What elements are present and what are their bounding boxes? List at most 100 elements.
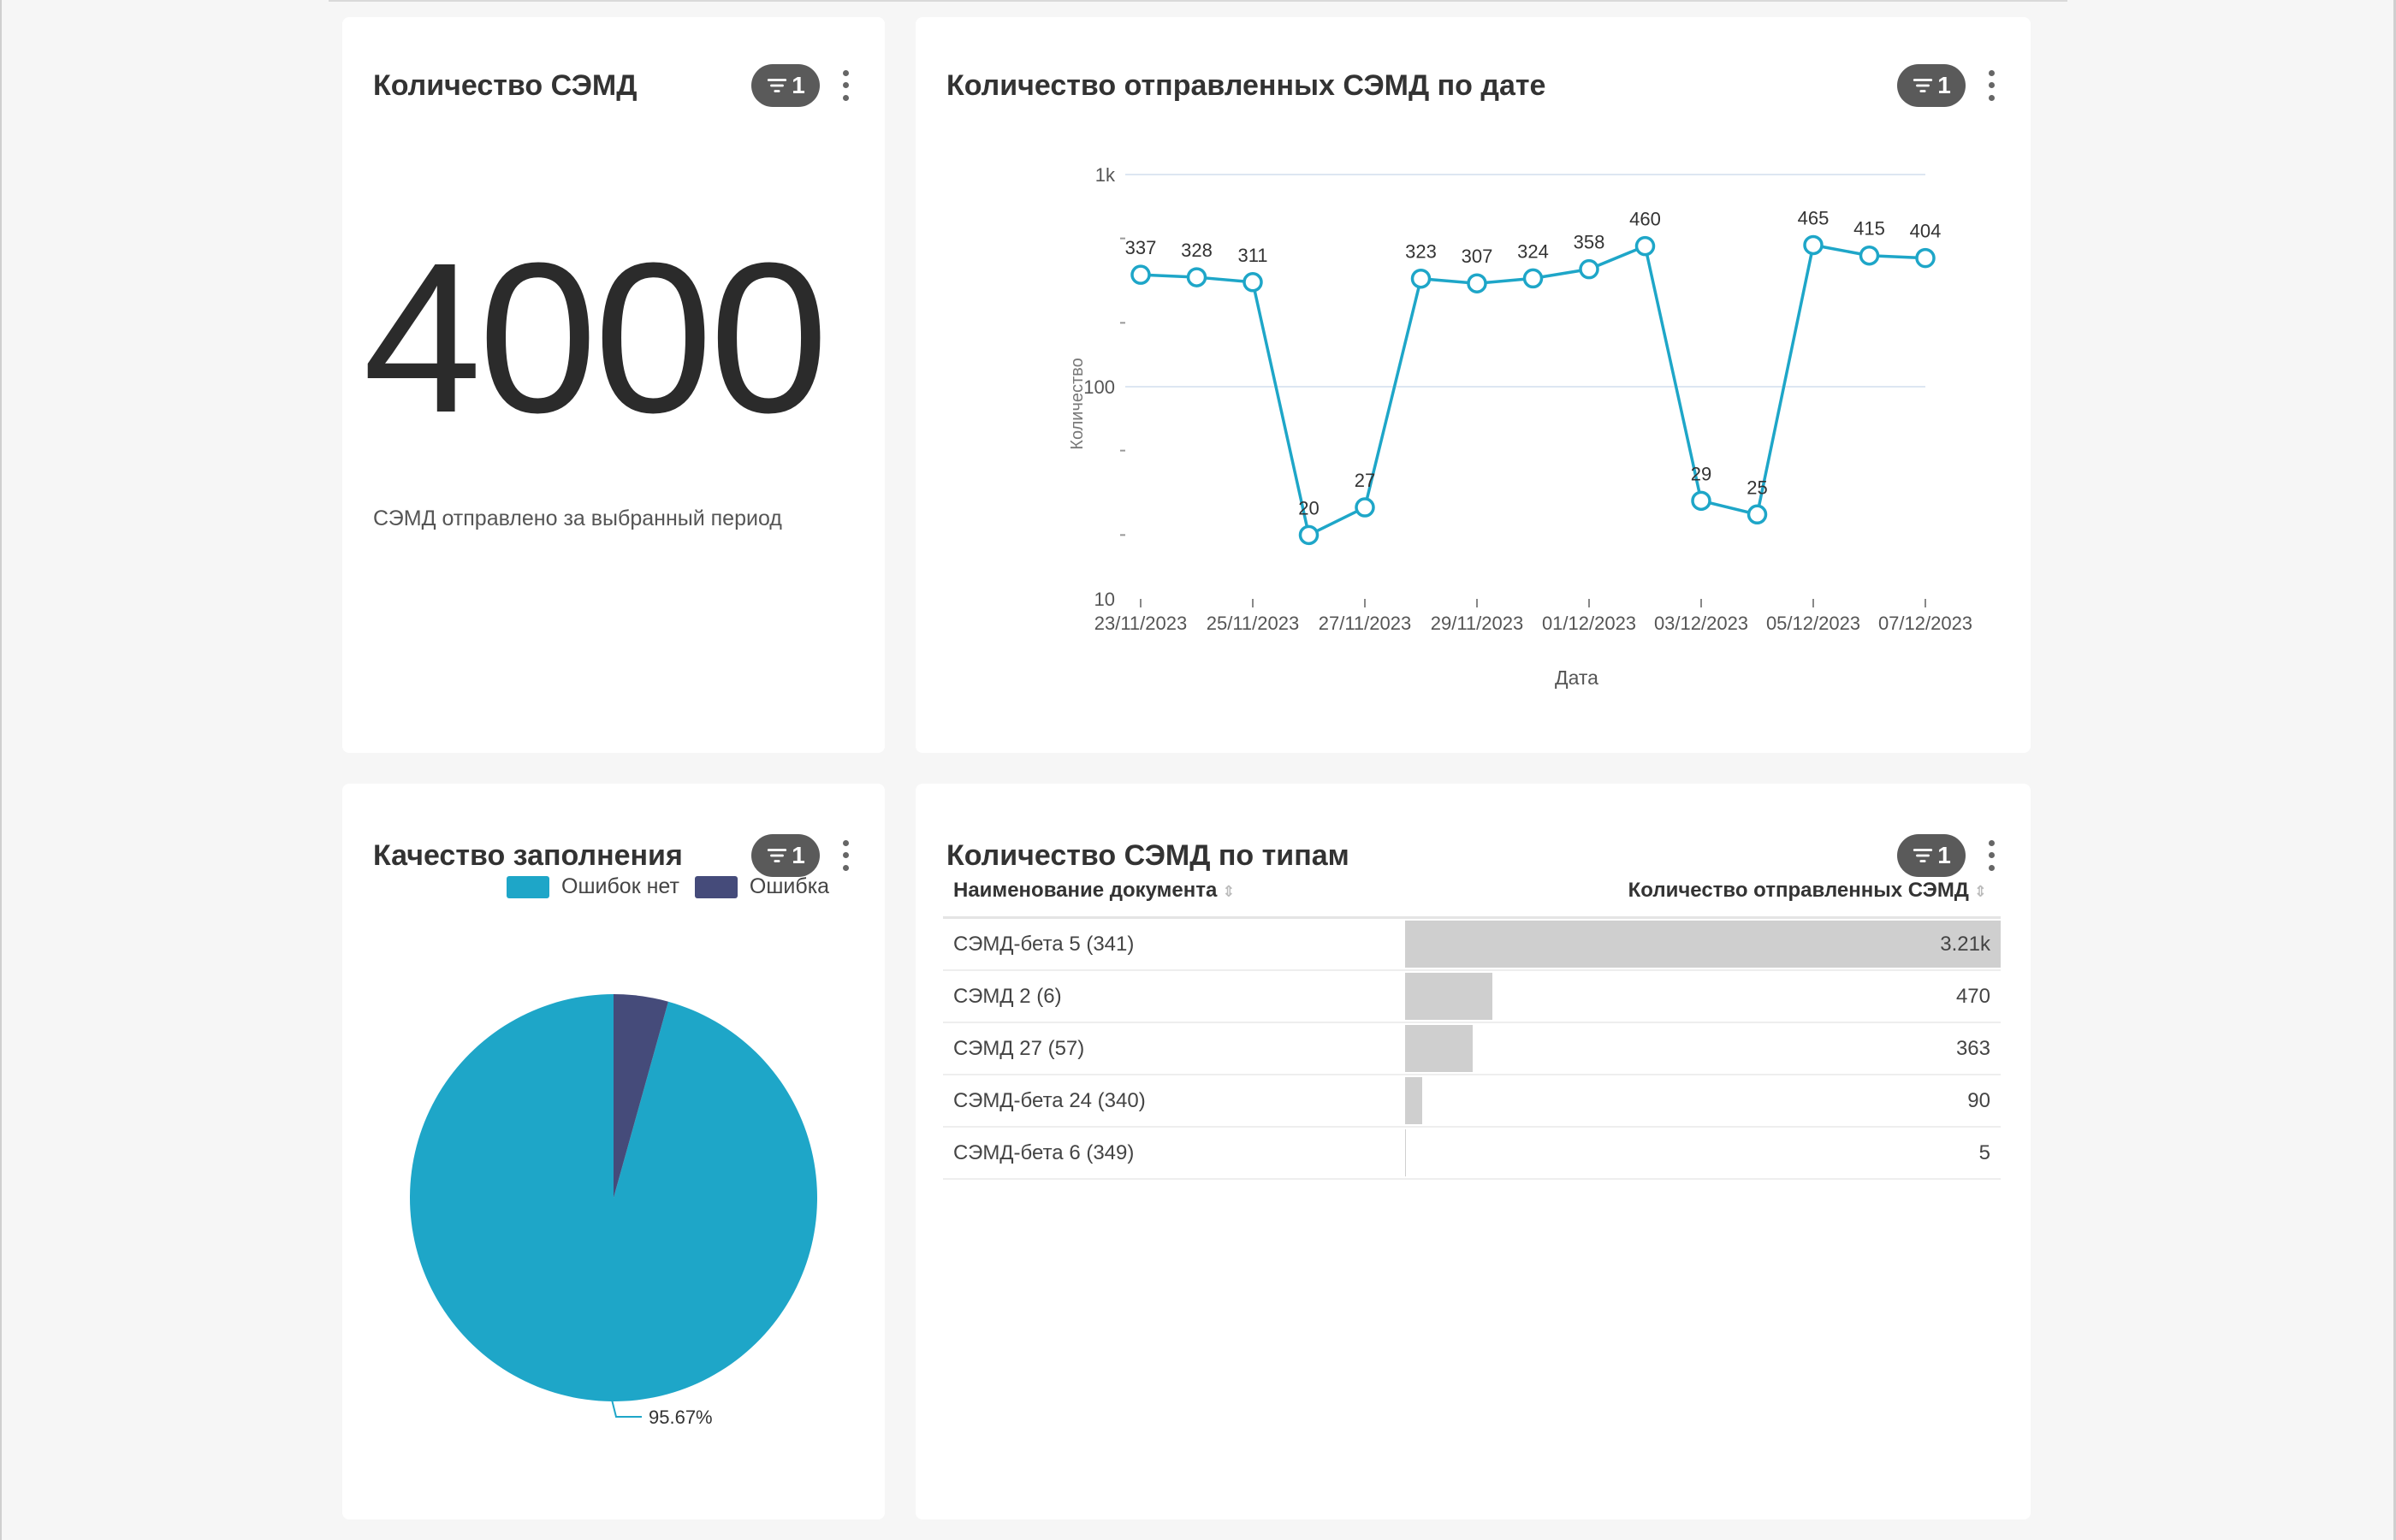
data-point — [1186, 267, 1207, 287]
data-label: 465 — [1798, 207, 1830, 228]
data-point — [1355, 497, 1375, 518]
data-point — [1242, 272, 1263, 293]
pie-slice — [409, 994, 817, 1401]
data-point — [1634, 235, 1656, 257]
filter-icon — [768, 79, 787, 92]
filter-count: 1 — [792, 72, 805, 98]
sort-icon: ⇕ — [1222, 882, 1236, 900]
column-header-label: Количество отправленных СЭМД — [1628, 878, 1969, 902]
cell-count: 363 — [1405, 1023, 2001, 1074]
card-actions: 1 — [751, 64, 854, 107]
sort-icon: ⇕ — [1973, 882, 1987, 900]
table-row[interactable]: СЭМД-бета 6 (349) 5 — [943, 1128, 2001, 1180]
data-label: 358 — [1574, 232, 1605, 253]
filter-badge[interactable]: 1 — [751, 64, 820, 107]
y-axis-title: Количество — [1068, 358, 1087, 449]
data-label: 311 — [1237, 245, 1267, 266]
data-point — [1747, 504, 1768, 525]
count-value: 5 — [1978, 1140, 1990, 1164]
legend-label: Ошибок нет — [561, 874, 679, 898]
big-number-value: 4000 — [363, 218, 828, 457]
count-value: 90 — [1967, 1088, 1990, 1112]
window-top-edge — [329, 0, 2067, 2]
cell-count: 5 — [1405, 1128, 2001, 1178]
y-tick-label: 100 — [1083, 376, 1115, 398]
x-tick-label: 23/11/2023 — [1094, 613, 1187, 634]
data-label: 328 — [1181, 240, 1213, 261]
table-row[interactable]: СЭМД-бета 24 (340) 90 — [943, 1075, 2001, 1128]
column-header-label: Наименование документа — [953, 878, 1218, 902]
legend-item-ok[interactable]: Ошибок нет — [507, 874, 679, 899]
data-point — [1691, 490, 1711, 512]
data-label: 323 — [1405, 241, 1437, 263]
cell-document-name: СЭМД-бета 5 (341) — [953, 932, 1135, 956]
data-label: 324 — [1517, 240, 1549, 262]
data-label: 404 — [1910, 221, 1942, 242]
table-body: СЭМД-бета 5 (341) 3.21k СЭМД 2 (6) 470 СЭМД … — [943, 919, 2001, 1180]
table-row[interactable]: СЭМД 2 (6) 470 — [943, 971, 2001, 1023]
table-row[interactable]: СЭМД-бета 5 (341) 3.21k — [943, 919, 2001, 971]
window-left-edge — [0, 0, 2, 1540]
data-point — [1522, 268, 1544, 289]
data-label: 307 — [1462, 246, 1493, 267]
data-label: 27 — [1355, 470, 1375, 491]
count-bar — [1405, 973, 1492, 1020]
card-header: Количество СЭМД 1 — [373, 62, 854, 110]
table-row[interactable]: СЭМД 27 (57) 363 — [943, 1023, 2001, 1075]
count-bar — [1405, 921, 2001, 968]
cell-count: 90 — [1405, 1075, 2001, 1126]
legend-item-error[interactable]: Ошибка — [694, 874, 830, 899]
x-axis-title: Дата — [1555, 666, 1598, 689]
data-point — [1859, 245, 1880, 266]
data-point — [1803, 234, 1824, 256]
count-bar — [1405, 1025, 1473, 1072]
x-tick-label: 29/11/2023 — [1431, 613, 1523, 634]
x-tick-label: 25/11/2023 — [1207, 613, 1299, 634]
count-value: 363 — [1955, 1036, 1990, 1060]
y-tick-label: 10 — [1094, 589, 1115, 610]
cell-document-name: СЭМД-бета 6 (349) — [953, 1140, 1135, 1164]
x-tick-label: 05/12/2023 — [1766, 613, 1860, 634]
data-point — [1579, 258, 1599, 280]
card-semd-by-date: Количество отправленных СЭМД по дате 1 1… — [916, 17, 2031, 753]
cell-document-name: СЭМД 2 (6) — [953, 984, 1062, 1008]
count-value: 470 — [1955, 984, 1990, 1008]
cell-document-name: СЭМД 27 (57) — [953, 1036, 1085, 1060]
semd-type-table: Наименование документа ⇕ Количество отпра… — [943, 864, 2001, 1180]
count-bar — [1405, 1077, 1422, 1124]
cell-count: 470 — [1405, 971, 2001, 1022]
count-value: 3.21k — [1940, 932, 1990, 956]
x-tick-label: 07/12/2023 — [1878, 613, 1972, 634]
kebab-menu-icon[interactable] — [837, 67, 854, 104]
data-point — [1467, 273, 1487, 293]
legend-label: Ошибка — [749, 874, 830, 898]
data-point — [1410, 268, 1432, 289]
count-bar — [1405, 1129, 1407, 1176]
data-label: 25 — [1747, 477, 1767, 498]
pie-legend: Ошибок нет Ошибка — [507, 874, 829, 899]
cell-document-name: СЭМД-бета 24 (340) — [953, 1088, 1146, 1112]
line-chart: 10 100 1k 23/11/2023 25/11/2023 27/11/2023 29/… — [1068, 164, 1972, 689]
y-tick-label: 1k — [1095, 164, 1116, 186]
x-tick-label: 27/11/2023 — [1319, 613, 1411, 634]
x-tick-label: 01/12/2023 — [1542, 613, 1636, 634]
pie-label: 95.67% — [649, 1407, 713, 1428]
legend-swatch — [694, 875, 738, 898]
table-header: Наименование документа ⇕ Количество отпра… — [943, 864, 2001, 919]
big-number-subtitle: СЭМД отправлено за выбранный период — [373, 506, 782, 530]
data-label: 20 — [1298, 497, 1319, 518]
data-point — [1298, 524, 1320, 546]
data-label: 460 — [1629, 209, 1661, 230]
cell-count: 3.21k — [1405, 919, 2001, 969]
column-header-count[interactable]: Количество отправленных СЭМД ⇕ — [1405, 879, 2001, 903]
data-point — [1130, 264, 1151, 285]
card-title: Количество СЭМД — [373, 68, 638, 102]
data-point — [1915, 247, 1936, 269]
data-label: 415 — [1853, 218, 1885, 240]
column-header-name[interactable]: Наименование документа ⇕ — [943, 879, 1405, 903]
data-label: 337 — [1125, 237, 1157, 258]
x-tick-label: 03/12/2023 — [1654, 613, 1748, 634]
legend-swatch — [507, 875, 549, 898]
data-label: 29 — [1691, 463, 1711, 484]
card-total-semd: Количество СЭМД 1 4000 СЭМД отправлено з… — [342, 17, 885, 753]
